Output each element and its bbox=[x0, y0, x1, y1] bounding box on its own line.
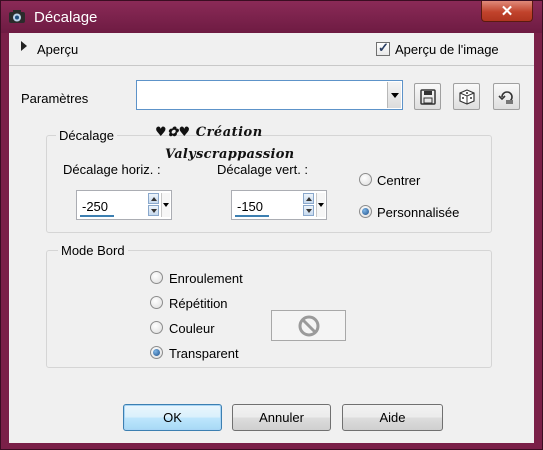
preview-image-label[interactable]: Aperçu de l'image bbox=[395, 42, 499, 57]
help-button[interactable]: Aide bbox=[342, 404, 443, 431]
vert-offset-up-arrow[interactable] bbox=[303, 193, 314, 204]
horiz-offset-down-arrow[interactable] bbox=[148, 205, 159, 216]
preview-row: Aperçu ✓ Aperçu de l'image bbox=[9, 33, 534, 65]
radio-color-label[interactable]: Couleur bbox=[169, 321, 215, 336]
edge-color-swatch[interactable] bbox=[271, 310, 346, 341]
checkmark-icon: ✓ bbox=[378, 40, 389, 55]
window-title: Décalage bbox=[34, 9, 98, 26]
horiz-offset-arrows bbox=[148, 193, 159, 217]
radio-wrap-label[interactable]: Enroulement bbox=[169, 271, 243, 286]
horiz-offset-spinbox[interactable]: -250 bbox=[76, 190, 172, 220]
vert-offset-arrows bbox=[303, 193, 314, 217]
separator bbox=[9, 65, 534, 66]
horiz-offset-value[interactable]: -250 bbox=[82, 199, 108, 214]
vert-offset-label: Décalage vert. : bbox=[217, 162, 309, 177]
edge-mode-group-title: Mode Bord bbox=[58, 243, 128, 258]
edge-mode-group bbox=[46, 250, 492, 368]
dialog-client: Aperçu ✓ Aperçu de l'image Paramètres Dé… bbox=[9, 33, 534, 443]
preview-image-checkbox[interactable]: ✓ bbox=[376, 40, 390, 56]
reset-button[interactable] bbox=[493, 83, 520, 110]
dice-icon bbox=[459, 89, 475, 105]
radio-center-label[interactable]: Centrer bbox=[377, 173, 420, 188]
params-combobox[interactable] bbox=[136, 80, 403, 110]
radio-repeat[interactable] bbox=[150, 296, 163, 309]
radio-wrap[interactable] bbox=[150, 271, 163, 284]
title-bar[interactable]: Décalage ✕ bbox=[1, 1, 542, 33]
vert-offset-spinbox[interactable]: -150 bbox=[231, 190, 327, 220]
vert-offset-underline bbox=[235, 215, 269, 217]
horiz-offset-dropdown[interactable] bbox=[161, 193, 170, 217]
dialog-window: Décalage ✕ Aperçu ✓ Aperçu de l'image Pa… bbox=[0, 0, 543, 450]
radio-color[interactable] bbox=[150, 321, 163, 334]
random-button[interactable] bbox=[453, 83, 480, 110]
horiz-offset-up-arrow[interactable] bbox=[148, 193, 159, 204]
camera-icon bbox=[9, 10, 25, 23]
radio-transparent-label[interactable]: Transparent bbox=[169, 346, 239, 361]
ok-button[interactable]: OK bbox=[123, 404, 222, 431]
vert-offset-value[interactable]: -150 bbox=[237, 199, 263, 214]
close-button[interactable]: ✕ bbox=[481, 1, 533, 22]
watermark-line1: ♥✿♥ Création bbox=[155, 125, 263, 140]
radio-custom-label[interactable]: Personnalisée bbox=[377, 205, 459, 220]
expand-arrow-icon[interactable] bbox=[21, 41, 27, 51]
radio-center[interactable] bbox=[359, 173, 372, 186]
vert-offset-down-arrow[interactable] bbox=[303, 205, 314, 216]
horiz-offset-underline bbox=[80, 215, 114, 217]
offset-group-title: Décalage bbox=[56, 128, 117, 143]
params-dropdown-button[interactable] bbox=[387, 82, 401, 108]
close-icon: ✕ bbox=[500, 3, 514, 20]
watermark-line2: Valyscrappassion bbox=[165, 147, 295, 162]
cancel-button[interactable]: Annuler bbox=[232, 404, 331, 431]
save-icon bbox=[420, 89, 436, 105]
disabled-icon bbox=[298, 315, 320, 337]
preview-expander-label[interactable]: Aperçu bbox=[37, 42, 78, 57]
save-preset-button[interactable] bbox=[414, 83, 441, 110]
radio-transparent[interactable] bbox=[150, 346, 163, 359]
reset-icon bbox=[498, 91, 513, 104]
params-label: Paramètres bbox=[21, 91, 89, 106]
horiz-offset-label: Décalage horiz. : bbox=[63, 162, 161, 177]
vert-offset-dropdown[interactable] bbox=[316, 193, 325, 217]
radio-custom[interactable] bbox=[359, 205, 372, 218]
radio-repeat-label[interactable]: Répétition bbox=[169, 296, 228, 311]
